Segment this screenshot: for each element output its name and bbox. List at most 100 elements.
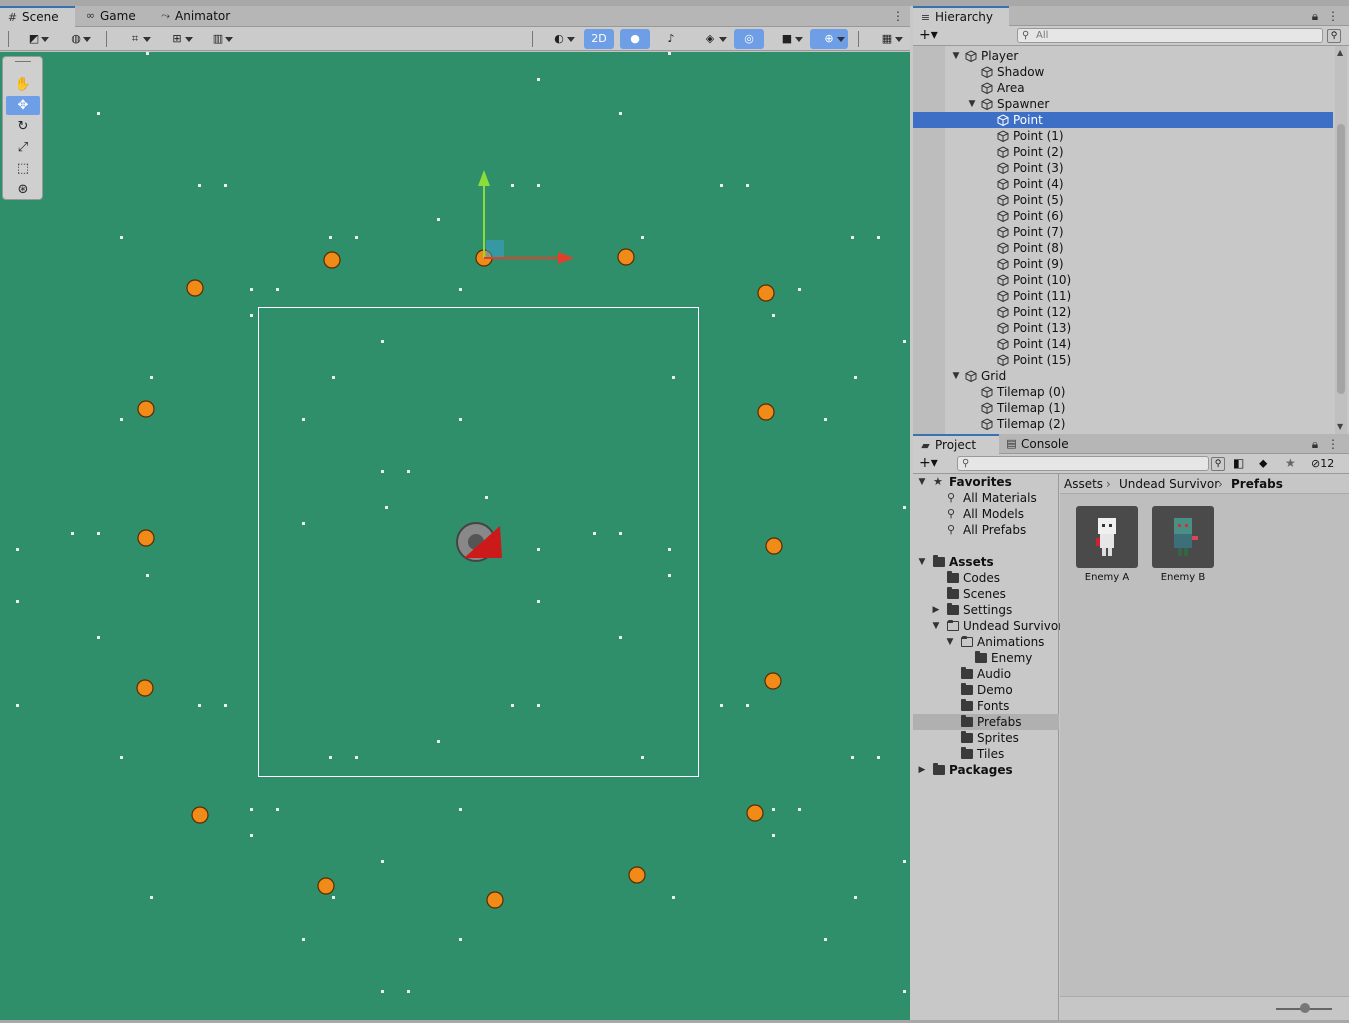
spawn-point-marker[interactable] (757, 284, 775, 302)
scene-canvas[interactable] (0, 52, 910, 1020)
folder-tree-item[interactable]: Codes (913, 570, 1059, 586)
hierarchy-row[interactable]: Point (913, 112, 1333, 128)
tab-game[interactable]: ∞ Game (78, 6, 148, 27)
expand-arrow-icon[interactable]: ▶ (931, 602, 941, 618)
gizmo-x-arrow[interactable] (558, 252, 574, 264)
spawn-point-marker[interactable] (137, 400, 155, 418)
folder-tree-item[interactable]: ▼ Animations (913, 634, 1059, 650)
hierarchy-row[interactable]: ▼ Player (913, 48, 1333, 64)
expand-arrow-icon[interactable]: ▼ (931, 618, 941, 634)
hierarchy-row[interactable]: Point (7) (913, 224, 1333, 240)
hidden-objects-toggle[interactable]: ◎ (734, 29, 764, 49)
hierarchy-row[interactable]: Point (14) (913, 336, 1333, 352)
spawn-point-marker[interactable] (317, 877, 335, 895)
hierarchy-scrollbar[interactable]: ▲ ▼ (1335, 46, 1347, 434)
spawn-point-marker[interactable] (137, 529, 155, 547)
lighting-toggle[interactable]: ● (620, 29, 650, 49)
hierarchy-menu-icon[interactable]: ⋮ (1327, 9, 1339, 23)
hierarchy-row[interactable]: Point (6) (913, 208, 1333, 224)
gizmos-dropdown[interactable]: ⊕ (810, 29, 848, 49)
spawn-point-marker[interactable] (617, 248, 635, 266)
folder-tree-item[interactable]: ▼ ★ Favorites (913, 474, 1059, 490)
tab-scene[interactable]: # Scene (0, 6, 75, 27)
grid-snap-dropdown[interactable]: ⌗ (116, 29, 154, 49)
rotate-tool-button[interactable]: ↻ (6, 117, 40, 136)
spawn-point-marker[interactable] (746, 804, 764, 822)
spawn-point-marker[interactable] (191, 806, 209, 824)
folder-tree-item[interactable]: ▼ Assets (913, 554, 1059, 570)
ruler-dropdown[interactable]: ▥ (200, 29, 236, 49)
hierarchy-row[interactable]: Point (3) (913, 160, 1333, 176)
scroll-up-icon[interactable]: ▲ (1337, 48, 1343, 57)
folder-tree-item[interactable]: ⚲ All Models (913, 506, 1059, 522)
spawn-point-marker[interactable] (486, 891, 504, 909)
hierarchy-search-input[interactable]: ⚲ All (1017, 28, 1323, 43)
expand-arrow-icon[interactable]: ▼ (945, 634, 955, 650)
folder-tree-item[interactable]: ⚲ All Materials (913, 490, 1059, 506)
breadcrumb-assets[interactable]: Assets (1064, 474, 1103, 494)
tab-hierarchy[interactable]: ≡ Hierarchy (913, 6, 1009, 27)
scroll-down-icon[interactable]: ▼ (1337, 422, 1343, 431)
create-asset-button[interactable]: +▾ (919, 456, 941, 471)
draw-mode-dropdown[interactable]: ◩ (16, 29, 52, 49)
folder-tree-item[interactable]: Tiles (913, 746, 1059, 762)
asset-enemy-b[interactable]: Enemy B (1151, 506, 1215, 583)
asset-enemy-a[interactable]: Enemy A (1075, 506, 1139, 583)
tab-project[interactable]: ▰ Project (913, 434, 999, 455)
toggle-2d-button[interactable]: 2D (584, 29, 614, 49)
folder-tree-item[interactable]: Fonts (913, 698, 1059, 714)
hidden-packages-toggle[interactable]: ⊘12 (1311, 457, 1334, 470)
lock-icon[interactable]: 🔒︎ (1309, 9, 1321, 23)
folder-tree-item[interactable]: ⚲ All Prefabs (913, 522, 1059, 538)
move-tool-button[interactable]: ✥ (6, 96, 40, 115)
folder-tree-item[interactable]: Sprites (913, 730, 1059, 746)
folder-tree-item[interactable]: Enemy (913, 650, 1059, 666)
hierarchy-row[interactable]: Point (8) (913, 240, 1333, 256)
tab-animator[interactable]: ⤳ Animator (153, 6, 238, 27)
project-menu-icon[interactable]: ⋮ (1327, 437, 1339, 451)
hierarchy-row[interactable]: Point (4) (913, 176, 1333, 192)
scene-menu-icon[interactable]: ⋮ (892, 9, 904, 23)
folder-tree-item[interactable]: Scenes (913, 586, 1059, 602)
expand-arrow-icon[interactable]: ▼ (917, 474, 927, 490)
scale-tool-button[interactable]: ⤢ (6, 138, 40, 157)
spawn-point-marker[interactable] (757, 403, 775, 421)
spawn-point-marker[interactable] (136, 679, 154, 697)
global-local-dropdown[interactable]: ◍ (58, 29, 94, 49)
hierarchy-row[interactable]: Point (10) (913, 272, 1333, 288)
shading-mode-dropdown[interactable]: ◐ (540, 29, 578, 49)
hierarchy-row[interactable]: Point (13) (913, 320, 1333, 336)
spawn-point-marker[interactable] (323, 251, 341, 269)
effects-dropdown[interactable]: ◈ (690, 29, 730, 49)
hierarchy-row[interactable]: Point (11) (913, 288, 1333, 304)
hierarchy-row[interactable]: Point (1) (913, 128, 1333, 144)
expand-arrow-icon[interactable]: ▼ (951, 368, 961, 384)
move-gizmo[interactable] (478, 170, 574, 264)
hierarchy-row[interactable]: Tilemap (1) (913, 400, 1333, 416)
expand-arrow-icon[interactable]: ▶ (917, 762, 927, 778)
overlays-dropdown[interactable]: ▦ (868, 29, 906, 49)
hierarchy-row[interactable]: ▼ Grid (913, 368, 1333, 384)
breadcrumb-undead-survivor[interactable]: Undead Survivor (1119, 474, 1219, 494)
folder-tree-item[interactable]: ▶ Packages (913, 762, 1059, 778)
transform-tool-button[interactable]: ⊛ (6, 180, 40, 199)
folder-tree-item[interactable]: Audio (913, 666, 1059, 682)
scene-viewport[interactable]: ✋ ✥ ↻ ⤢ ⬚ ⊛ (0, 52, 910, 1020)
spawn-point-marker[interactable] (764, 672, 782, 690)
filter-by-label-button[interactable]: ⬥ (1259, 456, 1267, 471)
gizmo-y-arrow[interactable] (478, 170, 490, 186)
folder-tree-item[interactable]: Prefabs (913, 714, 1059, 730)
hierarchy-row[interactable]: Point (2) (913, 144, 1333, 160)
rect-tool-button[interactable]: ⬚ (6, 159, 40, 178)
hand-tool-button[interactable]: ✋ (6, 75, 40, 94)
toolbox-grip[interactable] (15, 61, 31, 62)
icon-size-slider-knob[interactable] (1300, 1003, 1310, 1013)
gizmo-plane-handle[interactable] (486, 240, 504, 258)
expand-arrow-icon[interactable]: ▼ (967, 96, 977, 112)
hierarchy-row[interactable]: Tilemap (2) (913, 416, 1333, 432)
hierarchy-row[interactable]: Point (9) (913, 256, 1333, 272)
hierarchy-row[interactable]: ▼ Spawner (913, 96, 1333, 112)
favorites-button[interactable]: ★ (1285, 456, 1296, 470)
hierarchy-row[interactable]: Tilemap (0) (913, 384, 1333, 400)
expand-arrow-icon[interactable]: ▼ (917, 554, 927, 570)
